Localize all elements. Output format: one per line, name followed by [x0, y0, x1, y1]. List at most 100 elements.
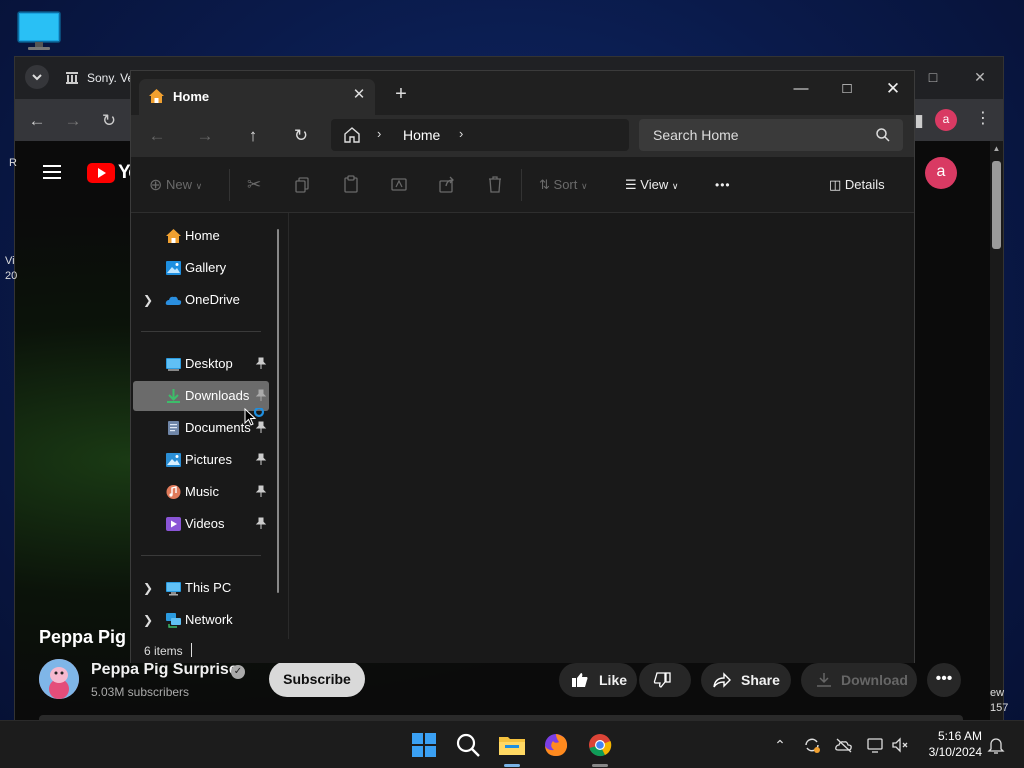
delete-icon[interactable] — [487, 173, 503, 197]
share-button[interactable]: Share — [701, 663, 791, 697]
pin-icon[interactable] — [255, 453, 267, 466]
more-options-button[interactable]: ••• — [715, 173, 731, 197]
videos-folder-icon — [165, 516, 182, 532]
nav-item-home[interactable]: Home — [133, 221, 269, 251]
nav-item-network[interactable]: ❯ Network — [133, 605, 269, 635]
pictures-folder-icon — [165, 452, 182, 468]
search-icon[interactable] — [452, 729, 484, 761]
chrome-back-button[interactable]: ← — [25, 109, 49, 133]
pin-icon[interactable] — [255, 357, 267, 370]
notification-bell-icon[interactable] — [986, 735, 1006, 755]
chrome-forward-button[interactable]: → — [61, 109, 85, 133]
status-separator — [191, 643, 192, 657]
chrome-icon[interactable] — [584, 729, 616, 761]
chrome-maximize-button[interactable]: □ — [923, 67, 943, 87]
nav-item-desktop[interactable]: Desktop — [133, 349, 269, 379]
firefox-icon[interactable] — [540, 729, 572, 761]
channel-avatar[interactable] — [39, 659, 79, 699]
desktop-monitor-icon[interactable] — [16, 10, 62, 52]
nav-item-downloads[interactable]: Downloads — [133, 381, 269, 411]
onedrive-offline-icon[interactable] — [834, 735, 854, 755]
nav-item-pictures[interactable]: Pictures — [133, 445, 269, 475]
page-scrollbar[interactable]: ▲ — [990, 141, 1003, 721]
navigation-pane-scrollbar[interactable] — [277, 229, 279, 593]
search-box[interactable]: Search Home — [639, 119, 903, 151]
sort-button[interactable]: ⇅ Sort ∨ — [539, 173, 588, 197]
expand-chevron-icon[interactable]: ❯ — [143, 293, 153, 307]
new-button[interactable]: ⊕ New ∨ — [149, 173, 202, 197]
explorer-tab-home[interactable]: Home ✕ — [139, 79, 375, 115]
new-tab-button[interactable]: + — [389, 83, 413, 107]
nav-item-videos[interactable]: Videos — [133, 509, 269, 539]
nav-label: Gallery — [185, 260, 227, 275]
chrome-tab-label: Sony. Ve — [87, 71, 135, 85]
close-tab-icon[interactable]: ✕ — [349, 85, 369, 105]
breadcrumb-chevron-icon[interactable]: › — [377, 126, 381, 141]
address-bar[interactable]: › Home › — [331, 119, 629, 151]
details-button[interactable]: ◫ Details — [829, 173, 885, 197]
nav-item-gallery[interactable]: Gallery — [133, 253, 269, 283]
refresh-button[interactable]: ↻ — [287, 123, 315, 149]
minimize-button[interactable]: — — [781, 75, 821, 103]
view-label: View — [640, 177, 669, 192]
show-hidden-icons-icon[interactable]: ⌃ — [770, 735, 790, 755]
forward-button[interactable]: → — [191, 123, 219, 149]
nav-item-this-pc[interactable]: ❯ This PC — [133, 573, 269, 603]
tab-search-button[interactable] — [25, 65, 49, 89]
active-app-indicator — [504, 764, 520, 767]
dislike-button[interactable] — [639, 663, 691, 697]
rename-icon[interactable] — [391, 173, 407, 197]
download-button[interactable]: Download — [801, 663, 917, 697]
nav-label: Home — [185, 228, 220, 243]
side-text-3: 20 — [5, 270, 18, 282]
copy-icon[interactable] — [295, 173, 311, 197]
back-button[interactable]: ← — [143, 123, 171, 149]
status-bar: 6 items — [131, 639, 914, 663]
pin-icon[interactable] — [255, 389, 267, 402]
chrome-menu-button[interactable]: ⋮ — [973, 109, 993, 131]
thumbs-down-icon — [653, 672, 671, 688]
up-button[interactable]: ↑ — [239, 123, 267, 149]
sync-icon[interactable] — [802, 735, 822, 755]
subscribe-button[interactable]: Subscribe — [269, 661, 365, 697]
nav-separator — [141, 555, 261, 556]
start-icon[interactable] — [408, 729, 440, 761]
paste-icon[interactable] — [343, 173, 359, 197]
breadcrumb-chevron-icon[interactable]: › — [459, 126, 463, 141]
youtube-account-avatar[interactable]: a — [925, 157, 957, 189]
file-list-area[interactable] — [289, 213, 914, 639]
breadcrumb-home[interactable]: Home — [403, 127, 440, 143]
share-label: Share — [741, 672, 780, 688]
hamburger-menu-icon[interactable] — [41, 163, 63, 181]
share-icon[interactable] — [439, 173, 455, 197]
file-explorer-icon[interactable] — [496, 729, 528, 761]
pin-icon[interactable] — [255, 485, 267, 498]
volume-muted-icon[interactable] — [890, 735, 910, 755]
nav-item-music[interactable]: Music — [133, 477, 269, 507]
network-status-icon[interactable] — [866, 735, 886, 755]
music-folder-icon — [165, 484, 182, 500]
mouse-cursor-busy-icon — [244, 408, 265, 428]
expand-chevron-icon[interactable]: ❯ — [143, 581, 153, 595]
view-button[interactable]: ☰ View ∨ — [625, 173, 678, 197]
chrome-profile-avatar[interactable]: a — [935, 109, 957, 131]
chrome-close-button[interactable]: ✕ — [970, 67, 990, 87]
scroll-thumb[interactable] — [992, 161, 1001, 249]
scroll-up-arrow-icon[interactable]: ▲ — [992, 145, 1001, 153]
documents-folder-icon — [165, 420, 182, 436]
pin-icon[interactable] — [255, 517, 267, 530]
more-actions-button[interactable]: ••• — [927, 663, 961, 697]
close-window-button[interactable]: ✕ — [873, 75, 913, 103]
cut-icon[interactable]: ✂ — [247, 173, 261, 197]
chevron-down-icon: ∨ — [671, 181, 679, 191]
maximize-button[interactable]: □ — [827, 75, 867, 103]
search-icon[interactable] — [875, 127, 891, 143]
clock[interactable]: 5:16 AM 3/10/2024 — [918, 728, 982, 760]
address-home-icon[interactable] — [343, 126, 361, 143]
channel-name[interactable]: Peppa Pig Surprise — [91, 661, 238, 679]
nav-item-onedrive[interactable]: ❯ OneDrive — [133, 285, 269, 315]
download-icon — [815, 672, 833, 688]
chrome-reload-button[interactable]: ↻ — [97, 109, 121, 133]
like-button[interactable]: Like — [559, 663, 637, 697]
expand-chevron-icon[interactable]: ❯ — [143, 613, 153, 627]
